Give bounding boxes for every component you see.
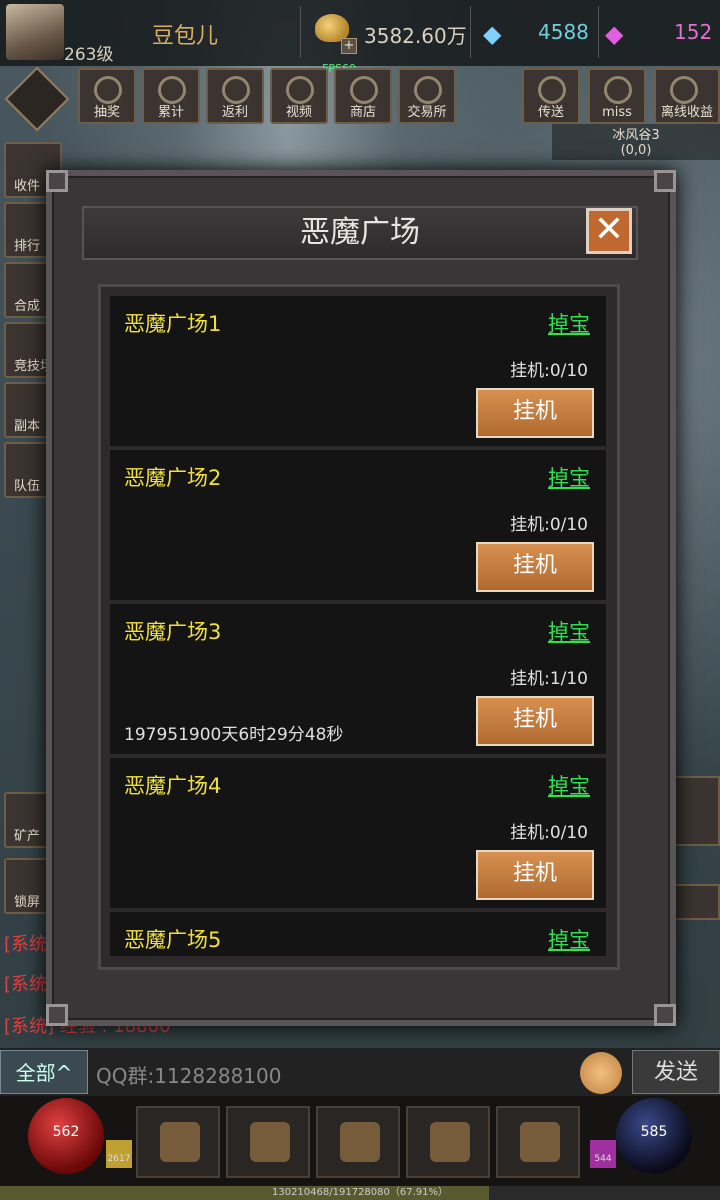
offline-icon xyxy=(670,76,698,104)
square-name: 恶魔广场1 xyxy=(124,312,222,336)
helmet-icon xyxy=(160,1122,200,1162)
dialog-title: 恶魔广场 xyxy=(300,215,420,250)
square-name: 恶魔广场2 xyxy=(124,466,222,490)
book-icon xyxy=(430,1122,470,1162)
exchange-button[interactable]: 交易所 xyxy=(398,68,456,124)
frame-corner xyxy=(654,170,676,192)
cumulative-button[interactable]: 累计 xyxy=(142,68,200,124)
exp-text: 130210468/191728080（67.91%） xyxy=(271,1187,449,1198)
hp-potion[interactable]: 2617 xyxy=(106,1140,132,1168)
shop-button[interactable]: 商店 xyxy=(334,68,392,124)
add-gold-button[interactable]: + xyxy=(341,38,357,54)
teleport-button[interactable]: 传送 xyxy=(522,68,580,124)
location-pin-icon xyxy=(538,76,566,104)
offline-earnings-button[interactable]: 离线收益 xyxy=(654,68,720,124)
emoji-icon[interactable] xyxy=(580,1052,622,1094)
idle-count: 挂机:0/10 xyxy=(510,515,588,535)
player-avatar[interactable] xyxy=(6,4,64,60)
chest-icon xyxy=(250,1122,290,1162)
demon-square-list[interactable]: 恶魔广场1 掉宝 挂机:0/10 挂机 恶魔广场2 掉宝 挂机:0/10 挂机 … xyxy=(110,296,606,956)
video-button[interactable]: 视频 xyxy=(270,68,328,124)
chat-input[interactable]: QQ群:1128288100 xyxy=(96,1060,281,1089)
drop-link[interactable]: 掉宝 xyxy=(548,308,590,338)
inventory-button[interactable] xyxy=(226,1106,310,1178)
frame-corner xyxy=(46,170,68,192)
square-name: 恶魔广场3 xyxy=(124,620,222,644)
drop-link[interactable]: 掉宝 xyxy=(548,462,590,492)
idle-button[interactable]: 挂机 xyxy=(476,388,594,438)
globe-icon xyxy=(604,76,632,104)
diamond-amount: 4588 xyxy=(538,20,589,44)
frame-corner xyxy=(654,1004,676,1026)
list-item: 恶魔广场1 掉宝 挂机:0/10 挂机 xyxy=(110,296,606,448)
scale-icon xyxy=(414,76,442,104)
gem-amount: 152 xyxy=(674,20,713,44)
wheel-icon xyxy=(94,76,122,104)
player-level: 263级 xyxy=(64,45,114,65)
idle-button[interactable]: 挂机 xyxy=(476,850,594,900)
close-button[interactable]: ✕ xyxy=(586,208,632,254)
map-name: 冰风谷3 xyxy=(612,128,660,143)
miss-button[interactable]: miss xyxy=(588,68,646,124)
map-location: 冰风谷3 (0,0) xyxy=(552,124,720,160)
drop-link[interactable]: 掉宝 xyxy=(548,770,590,800)
cart-icon xyxy=(350,76,378,104)
divider xyxy=(470,6,471,58)
diamond-icon: ◆ xyxy=(483,20,502,48)
lottery-button[interactable]: 抽奖 xyxy=(78,68,136,124)
idle-button[interactable]: 挂机 xyxy=(476,542,594,592)
square-name: 恶魔广场5 xyxy=(124,928,222,952)
list-item: 恶魔广场5 掉宝 xyxy=(110,912,606,956)
scroll-icon xyxy=(340,1122,380,1162)
camera-icon xyxy=(158,76,186,104)
mp-orb: 585 xyxy=(616,1098,692,1174)
square-name: 恶魔广场4 xyxy=(124,774,222,798)
drop-link[interactable]: 掉宝 xyxy=(548,924,590,954)
timer-text: 197951900天6时29分48秒 xyxy=(124,725,344,745)
rebate-button[interactable]: 返利 xyxy=(206,68,264,124)
idle-count: 挂机:0/10 xyxy=(510,823,588,843)
list-item: 恶魔广场2 掉宝 挂机:0/10 挂机 xyxy=(110,450,606,602)
list-item: 恶魔广场3 掉宝 挂机:1/10 挂机 197951900天6时29分48秒 xyxy=(110,604,606,756)
expand-panel-button[interactable] xyxy=(674,776,720,846)
hp-orb: 562 xyxy=(28,1098,104,1174)
gem-icon: ◆ xyxy=(605,20,624,48)
idle-count: 挂机:1/10 xyxy=(510,669,588,689)
list-item: 恶魔广场4 掉宝 挂机:0/10 挂机 xyxy=(110,758,606,910)
gear-icon xyxy=(520,1122,560,1162)
send-button[interactable]: 发送 xyxy=(632,1050,720,1094)
divider xyxy=(598,6,599,58)
skill-book-button[interactable] xyxy=(406,1106,490,1178)
map-coords: (0,0) xyxy=(620,143,652,158)
idle-count: 挂机:0/10 xyxy=(510,361,588,381)
divider xyxy=(300,6,301,58)
drop-link[interactable]: 掉宝 xyxy=(548,616,590,646)
chat-channel-select[interactable]: 全部^ xyxy=(0,1050,88,1094)
gold-amount: 3582.60万 xyxy=(364,24,467,48)
mp-potion[interactable]: 544 xyxy=(590,1140,616,1168)
player-name: 豆包儿 xyxy=(152,24,219,49)
user-icon xyxy=(222,76,250,104)
quest-button[interactable] xyxy=(316,1106,400,1178)
settings-button[interactable] xyxy=(496,1106,580,1178)
idle-button[interactable]: 挂机 xyxy=(476,696,594,746)
equipment-button[interactable] xyxy=(136,1106,220,1178)
video-icon xyxy=(286,76,314,104)
chevron-down-icon[interactable] xyxy=(674,884,720,920)
frame-corner xyxy=(46,1004,68,1026)
